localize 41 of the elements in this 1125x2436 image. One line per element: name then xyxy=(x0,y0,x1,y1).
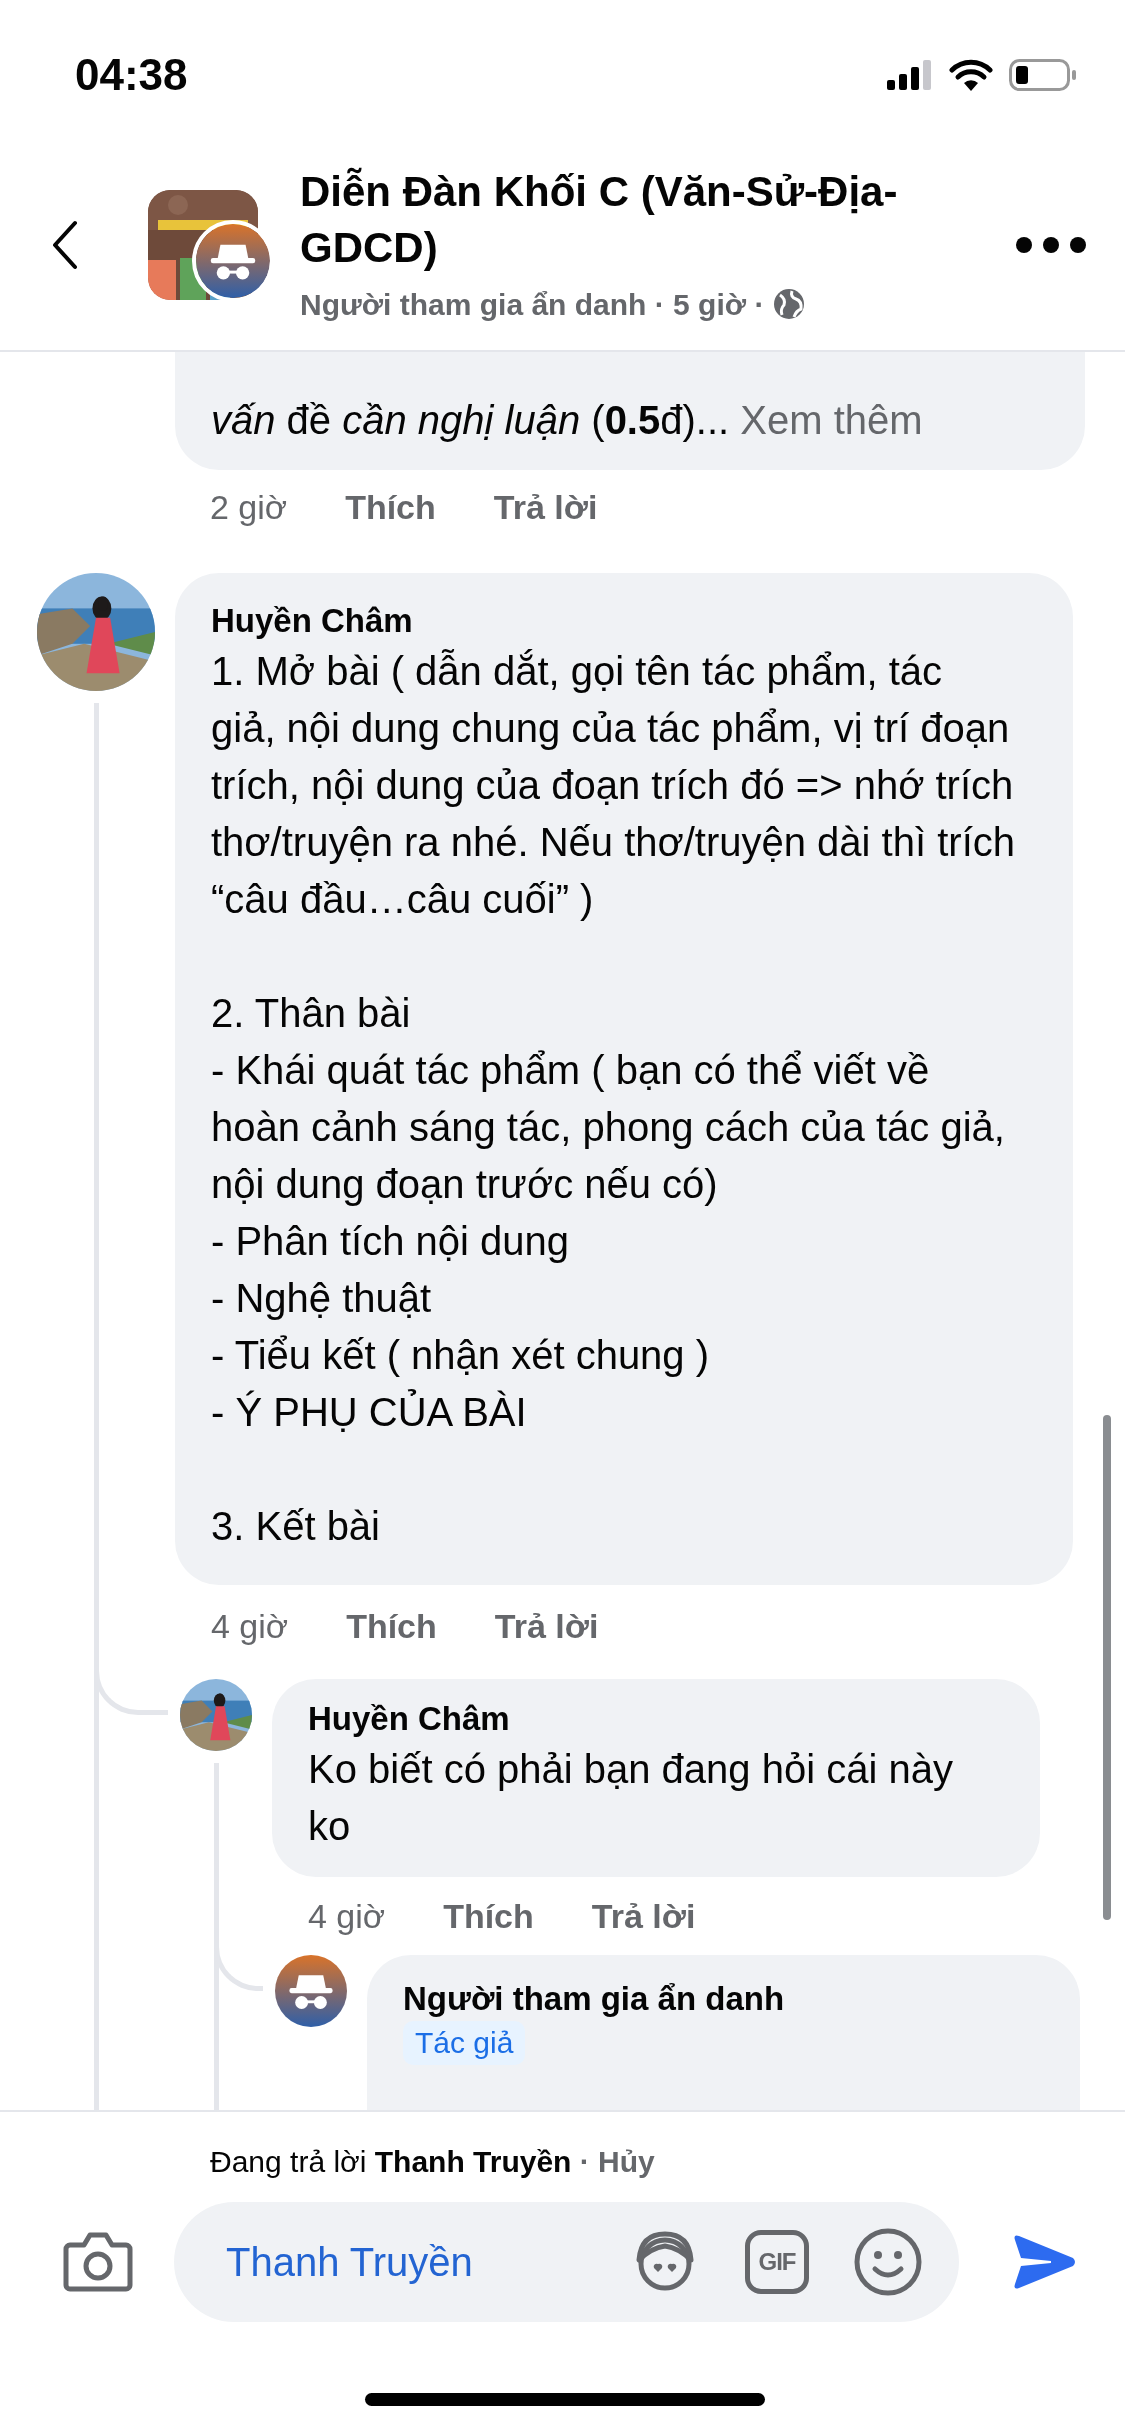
back-icon xyxy=(52,220,78,270)
group-title: Diễn Đàn Khối C (Văn-Sử-Địa-GDCD) xyxy=(300,166,899,273)
author-tag: Tác giả xyxy=(403,2021,526,2065)
gif-button[interactable]: GIF xyxy=(745,2230,809,2294)
comment-text: 1. Mở bài ( dẫn dắt, gọi tên tác phẩm, tác giả, nội dung chung của tác phẩm, vị trí đoạn trích, nội dung của đoạn trích đó => nhớ trích thơ/truyện ra nhé. Nếu thơ/truyện dài thì trích “câu đầu…câu cuối” ) xyxy=(211,648,1016,923)
status-time: 04:38 xyxy=(75,49,188,101)
author-name[interactable]: Người tham gia ẩn danh xyxy=(403,1977,1044,2021)
scrollbar[interactable] xyxy=(1103,1415,1111,1920)
author-name[interactable]: Huyền Châm xyxy=(308,1697,1004,1741)
battery-icon xyxy=(1009,59,1077,91)
comment-text: 2. Thân bài - Khái quát tác phẩm ( bạn có thể viết về hoàn cảnh sáng tác, phong cách của tác giả, nội dung đoạn trước nếu có) - Phân tích nội dung - Nghệ thuật - Tiểu kết ( nhận xét chung ) - Ý PHỤ CỦA BÀI xyxy=(211,990,1006,1436)
comment-text: vấn đề cần nghị luận (0.5đ)... xyxy=(211,398,731,442)
reply-button[interactable]: Trả lời xyxy=(494,1600,599,1652)
comment-time: 2 giờ xyxy=(210,486,288,528)
camera-button[interactable] xyxy=(62,2231,134,2293)
author-name[interactable]: Huyền Châm xyxy=(211,599,1017,643)
like-button[interactable]: Thích xyxy=(345,481,436,533)
incognito-icon xyxy=(275,1955,347,2027)
signal-icon xyxy=(887,60,933,90)
comment-time: 4 giờ xyxy=(308,1895,386,1937)
globe-icon xyxy=(772,287,807,321)
comment-field[interactable]: Thanh Truyền GIF xyxy=(174,2202,959,2322)
more-icon xyxy=(1015,236,1087,254)
like-button[interactable]: Thích xyxy=(443,1890,534,1942)
cancel-link[interactable]: · Hủy xyxy=(579,2145,655,2178)
send-button[interactable] xyxy=(1011,2234,1077,2290)
comment-time: 4 giờ xyxy=(211,1605,289,1647)
reply-button[interactable]: Trả lời xyxy=(591,1890,696,1942)
replying-to-text: Đang trả lời Thanh Truyền xyxy=(210,2145,573,2178)
wifi-icon xyxy=(949,59,993,91)
comment-text: 3. Kết bài xyxy=(211,1503,381,1550)
see-more-link[interactable]: Xem thêm xyxy=(740,398,923,442)
camera-icon xyxy=(62,2231,134,2293)
back-button[interactable] xyxy=(52,220,78,270)
more-button[interactable] xyxy=(1015,236,1087,254)
emoji-icon xyxy=(853,2227,923,2297)
reply-button[interactable]: Trả lời xyxy=(493,481,598,533)
comment-text: Ko biết có phải bạn đang hỏi cái này ko xyxy=(308,1746,954,1850)
post-meta: Người tham gia ẩn danh · 5 giờ · xyxy=(300,286,765,323)
like-button[interactable]: Thích xyxy=(346,1600,437,1652)
send-icon xyxy=(1011,2234,1077,2290)
